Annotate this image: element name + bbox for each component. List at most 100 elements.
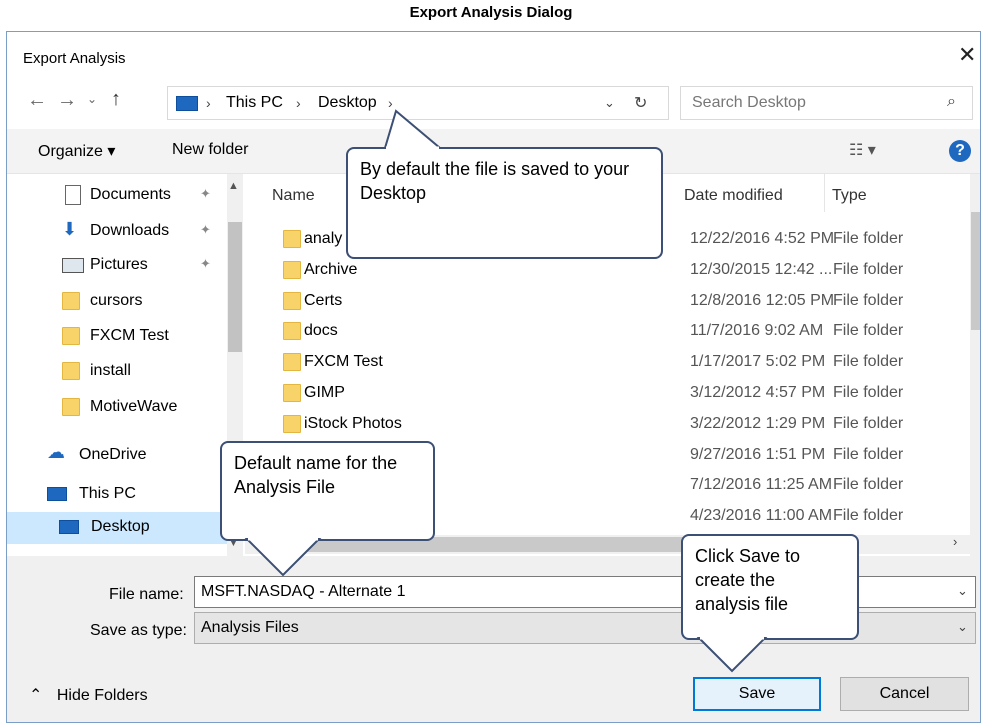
refresh-icon[interactable]: ↻ (634, 93, 647, 113)
pin-icon[interactable]: ✦ (200, 256, 211, 272)
pictures-icon (62, 258, 84, 273)
nav-item[interactable]: ⬇ Downloads ✦ (7, 216, 245, 248)
callout-click-save: Click Save to create the analysis file (681, 534, 859, 640)
nav-item-label: FXCM Test (90, 327, 169, 344)
folder-icon (283, 291, 301, 310)
save-button[interactable]: Save (693, 677, 821, 711)
back-arrow-icon[interactable]: ← (27, 89, 47, 112)
file-row[interactable]: FXCM Test 1/17/2017 5:02 PM File folder (252, 348, 972, 379)
dialog-title: Export Analysis (23, 50, 126, 67)
nav-item-label: MotiveWave (90, 398, 178, 415)
file-name: FXCM Test (304, 353, 383, 371)
search-box[interactable]: Search Desktop ⌕ (680, 86, 973, 120)
forward-arrow-icon[interactable]: → (57, 89, 77, 112)
breadcrumb-this-pc[interactable]: This PC (226, 94, 283, 112)
computer-icon (176, 96, 198, 111)
nav-item[interactable]: Pictures ✦ (7, 250, 245, 282)
column-date-modified[interactable]: Date modified (684, 187, 783, 205)
pin-icon[interactable]: ✦ (200, 222, 211, 238)
callout-pointer (244, 537, 322, 577)
recent-locations-icon[interactable]: ⌄ (87, 92, 97, 106)
nav-item-label: Pictures (90, 256, 148, 273)
file-type: File folder (833, 414, 904, 432)
vertical-scrollbar-thumb[interactable] (971, 212, 980, 330)
file-row[interactable]: GIMP 3/12/2012 4:57 PM File folder (252, 379, 972, 410)
hide-folders-toggle[interactable]: ⌃ Hide Folders (29, 685, 148, 705)
pin-icon[interactable]: ✦ (200, 186, 211, 202)
callout-default-location: By default the file is saved to your Des… (346, 147, 663, 259)
hide-folders-label: Hide Folders (56, 687, 148, 704)
breadcrumb-desktop[interactable]: Desktop (318, 94, 377, 112)
computer-icon (47, 487, 67, 501)
file-name: Certs (304, 291, 343, 309)
search-icon[interactable]: ⌕ (947, 93, 956, 111)
file-name: GIMP (304, 384, 345, 401)
nav-item[interactable]: Documents ✦ (7, 180, 245, 212)
column-name[interactable]: Name (272, 187, 315, 205)
nav-item[interactable]: ☁ OneDrive (7, 440, 245, 472)
close-icon[interactable]: ✕ (958, 42, 976, 68)
nav-item-label: OneDrive (79, 446, 147, 463)
nav-item[interactable]: FXCM Test (7, 321, 245, 353)
downloads-icon: ⬇ (62, 219, 78, 239)
nav-item[interactable]: This PC (7, 479, 245, 511)
scroll-right-icon[interactable]: › (953, 534, 957, 549)
folder-icon (283, 384, 301, 402)
nav-scrollbar-thumb[interactable] (228, 222, 242, 352)
export-analysis-dialog: Export Analysis ✕ ← → ⌄ ↑ › This PC › De… (6, 31, 981, 723)
file-type: File folder (833, 445, 904, 463)
folder-icon (62, 362, 80, 380)
nav-item-label: Downloads (90, 222, 170, 239)
folder-icon (62, 398, 80, 416)
file-type: File folder (833, 291, 904, 309)
organize-button[interactable]: Organize ▾ (38, 141, 115, 161)
file-date-modified: 1/17/2017 5:02 PM (690, 353, 826, 371)
file-row[interactable]: Certs 12/8/2016 12:05 PM File folder (252, 287, 972, 318)
folder-icon (283, 353, 301, 372)
column-type[interactable]: Type (832, 187, 867, 205)
callout-pointer (383, 109, 443, 150)
file-date-modified: 4/23/2016 11:00 AM (690, 507, 833, 525)
nav-item-label: cursors (90, 292, 143, 309)
cancel-button[interactable]: Cancel (840, 677, 969, 711)
chevron-right-icon: › (388, 95, 393, 111)
chevron-down-icon[interactable]: ⌄ (604, 95, 615, 111)
nav-item[interactable]: Desktop (7, 512, 229, 544)
file-type: File folder (833, 322, 904, 340)
new-folder-button[interactable]: New folder (172, 141, 248, 159)
up-arrow-icon[interactable]: ↑ (111, 88, 121, 111)
file-row[interactable]: iStock Photos 3/22/2012 1:29 PM File folde… (252, 410, 972, 441)
nav-item[interactable]: install (7, 356, 245, 388)
file-date-modified: 9/27/2016 1:51 PM (690, 445, 826, 463)
page-title: Export Analysis Dialog (409, 4, 573, 21)
chevron-down-icon[interactable]: ⌄ (957, 583, 968, 599)
nav-item[interactable]: cursors (7, 286, 245, 318)
callout-default-name: Default name for the Analysis File (220, 441, 435, 541)
scroll-up-icon[interactable]: ▲ (228, 180, 239, 192)
folder-icon (283, 230, 301, 248)
folder-icon (283, 414, 301, 433)
file-type: File folder (833, 507, 904, 525)
file-name-value[interactable]: MSFT.NASDAQ - Alternate 1 (201, 583, 406, 601)
chevron-down-icon[interactable]: ⌄ (957, 619, 968, 635)
save-as-type-value[interactable]: Analysis Files (201, 619, 299, 637)
desktop-icon (59, 520, 79, 534)
chevron-right-icon: › (296, 95, 301, 111)
search-input[interactable]: Search Desktop (692, 94, 806, 112)
file-name-label: File name: (109, 586, 184, 603)
file-name: Archive (304, 260, 358, 278)
view-options-icon[interactable]: ☷ ▾ (849, 140, 876, 160)
file-name: analy (304, 230, 343, 247)
chevron-up-icon: ⌃ (29, 687, 43, 704)
file-date-modified: 11/7/2016 9:02 AM (690, 322, 824, 340)
help-icon[interactable]: ? (949, 140, 971, 162)
callout-pointer (696, 636, 768, 673)
file-type: File folder (833, 476, 904, 494)
column-divider[interactable] (824, 174, 825, 212)
chevron-right-icon: › (206, 95, 211, 111)
file-row[interactable]: docs 11/7/2016 9:02 AM File folder (252, 317, 972, 348)
file-row[interactable]: Archive 12/30/2015 12:42 ... File folder (252, 256, 972, 287)
nav-item[interactable]: MotiveWave (7, 392, 245, 424)
file-date-modified: 12/30/2015 12:42 ... (690, 260, 833, 278)
onedrive-icon: ☁ (47, 442, 65, 462)
